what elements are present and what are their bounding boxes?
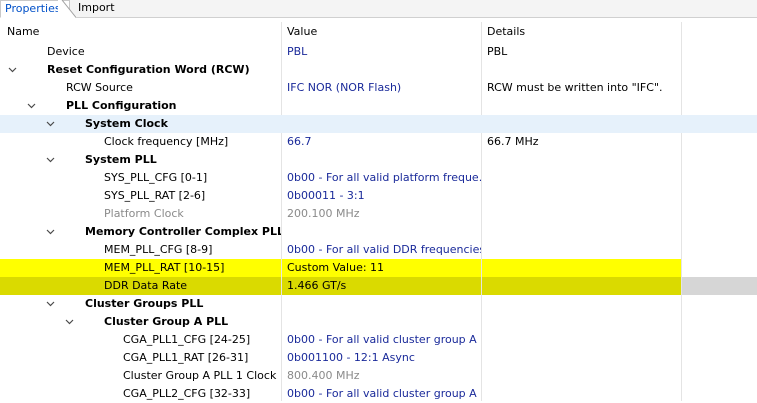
table-row-pll-config[interactable]: PLL Configuration — [0, 97, 757, 115]
table-row-sys-pll-cfg[interactable]: SYS_PLL_CFG [0-1] 0b00 - For all valid p… — [0, 169, 757, 187]
table-row-clock-frequency[interactable]: Clock frequency [MHz] 66.7 66.7 MHz — [0, 133, 757, 151]
chevron-down-icon[interactable] — [65, 319, 74, 325]
table-row-cluster-groups-pll[interactable]: Cluster Groups PLL — [0, 295, 757, 313]
row-value[interactable]: Custom Value: 11 — [282, 261, 384, 274]
chevron-down-icon[interactable] — [27, 103, 36, 109]
table-row-ddr-data-rate[interactable]: DDR Data Rate 1.466 GT/s — [0, 277, 757, 295]
row-details — [482, 297, 487, 310]
row-value — [282, 153, 287, 166]
row-details — [482, 189, 487, 202]
row-value — [282, 297, 287, 310]
row-name: System Clock — [85, 117, 168, 130]
row-name: MEM_PLL_CFG [8-9] — [104, 243, 213, 256]
row-details: RCW must be written into "IFC". — [487, 81, 663, 94]
table-row-cluster-group-a-pll[interactable]: Cluster Group A PLL — [0, 313, 757, 331]
table-row-device[interactable]: Device PBL PBL — [0, 43, 757, 61]
table-row-mem-pll-rat[interactable]: MEM_PLL_RAT [10-15] Custom Value: 11 — [0, 259, 757, 277]
row-details — [482, 369, 487, 382]
table-row-cluster-group-a-pll1-clock[interactable]: Cluster Group A PLL 1 Clock 800.400 MHz — [0, 367, 757, 385]
row-value: IFC NOR (NOR Flash) — [287, 81, 402, 94]
row-value — [282, 225, 287, 238]
row-name: SYS_PLL_RAT [2-6] — [104, 189, 206, 202]
row-details: 66.7 MHz — [487, 135, 539, 148]
row-name: CGA_PLL2_CFG [32-33] — [123, 387, 251, 400]
tab-bar: Import Properties — [0, 0, 757, 18]
row-name: Cluster Groups PLL — [85, 297, 204, 310]
row-details — [482, 117, 487, 130]
row-value: 200.100 MHz — [287, 207, 360, 220]
row-details — [482, 207, 487, 220]
tab-slant-divider — [58, 0, 76, 18]
chevron-down-icon[interactable] — [46, 157, 55, 163]
row-value — [282, 63, 287, 76]
table-row-sys-pll-rat[interactable]: SYS_PLL_RAT [2-6] 0b00011 - 3:1 — [0, 187, 757, 205]
row-name: Clock frequency [MHz] — [104, 135, 229, 148]
row-value[interactable]: 0b00 - For all valid cluster group A ... — [282, 387, 481, 400]
row-details — [482, 99, 487, 112]
row-details — [482, 171, 487, 184]
table-row-mem-pll-cfg[interactable]: MEM_PLL_CFG [8-9] 0b00 - For all valid D… — [0, 241, 757, 259]
table-row-rcw[interactable]: Reset Configuration Word (RCW) — [0, 61, 757, 79]
table-row-platform-clock[interactable]: Platform Clock 200.100 MHz — [0, 205, 757, 223]
row-value — [282, 315, 287, 328]
row-name: System PLL — [85, 153, 157, 166]
row-value: 800.400 MHz — [287, 369, 360, 382]
table-row-system-pll[interactable]: System PLL — [0, 151, 757, 169]
table-row-cga-pll1-rat[interactable]: CGA_PLL1_RAT [26-31] 0b001100 - 12:1 Asy… — [0, 349, 757, 367]
row-details — [482, 243, 487, 256]
chevron-down-icon[interactable] — [46, 229, 55, 235]
row-details — [482, 315, 487, 328]
row-value — [282, 117, 287, 130]
row-details — [482, 333, 487, 346]
table-row-system-clock[interactable]: System Clock — [0, 115, 757, 133]
property-tree: Device PBL PBL Reset Configuration Word … — [0, 43, 757, 403]
chevron-down-icon[interactable] — [46, 121, 55, 127]
column-header-details[interactable]: Details — [487, 22, 686, 42]
row-value[interactable]: 0b00011 - 3:1 — [282, 189, 365, 202]
row-name: PLL Configuration — [66, 99, 177, 112]
row-name: Cluster Group A PLL — [104, 315, 229, 328]
row-details — [482, 351, 487, 364]
row-details — [482, 387, 487, 400]
table-row-cga-pll2-cfg[interactable]: CGA_PLL2_CFG [32-33] 0b00 - For all vali… — [0, 385, 757, 403]
row-name: Memory Controller Complex PLL — [85, 225, 281, 238]
row-name: Device — [47, 45, 85, 58]
column-header-value[interactable]: Value — [287, 22, 486, 42]
row-details — [482, 153, 487, 166]
row-value: 1.466 GT/s — [287, 279, 347, 292]
table-row-rcw-source[interactable]: RCW Source IFC NOR (NOR Flash) RCW must … — [0, 79, 757, 97]
table-row-cga-pll1-cfg[interactable]: CGA_PLL1_CFG [24-25] 0b00 - For all vali… — [0, 331, 757, 349]
row-details — [482, 279, 487, 292]
chevron-down-icon[interactable] — [8, 67, 17, 73]
row-value: PBL — [287, 45, 308, 58]
row-trailing-cell — [682, 277, 757, 295]
row-details — [482, 225, 487, 238]
row-name: CGA_PLL1_RAT [26-31] — [123, 351, 249, 364]
row-name: Cluster Group A PLL 1 Clock — [123, 369, 277, 382]
row-details — [482, 63, 487, 76]
row-value[interactable]: 0b00 - For all valid cluster group A ... — [282, 333, 481, 346]
row-name: DDR Data Rate — [104, 279, 188, 292]
row-name: RCW Source — [66, 81, 133, 94]
column-header-name[interactable]: Name — [7, 22, 288, 42]
row-value[interactable]: 0b00 - For all valid platform freque... — [282, 171, 481, 184]
row-name: SYS_PLL_CFG [0-1] — [104, 171, 208, 184]
row-value[interactable]: 0b001100 - 12:1 Async — [282, 351, 415, 364]
table-row-mem-pll[interactable]: Memory Controller Complex PLL — [0, 223, 757, 241]
chevron-down-icon[interactable] — [46, 301, 55, 307]
row-details — [482, 261, 487, 274]
row-value[interactable]: 0b00 - For all valid DDR frequencies — [282, 243, 481, 256]
row-name: CGA_PLL1_CFG [24-25] — [123, 333, 251, 346]
row-value[interactable]: 66.7 — [282, 135, 312, 148]
row-value — [282, 99, 287, 112]
row-name: MEM_PLL_RAT [10-15] — [104, 261, 225, 274]
table-header: Name Value Details — [0, 22, 757, 42]
row-name: Reset Configuration Word (RCW) — [47, 63, 250, 76]
row-details: PBL — [487, 45, 508, 58]
row-name: Platform Clock — [104, 207, 184, 220]
